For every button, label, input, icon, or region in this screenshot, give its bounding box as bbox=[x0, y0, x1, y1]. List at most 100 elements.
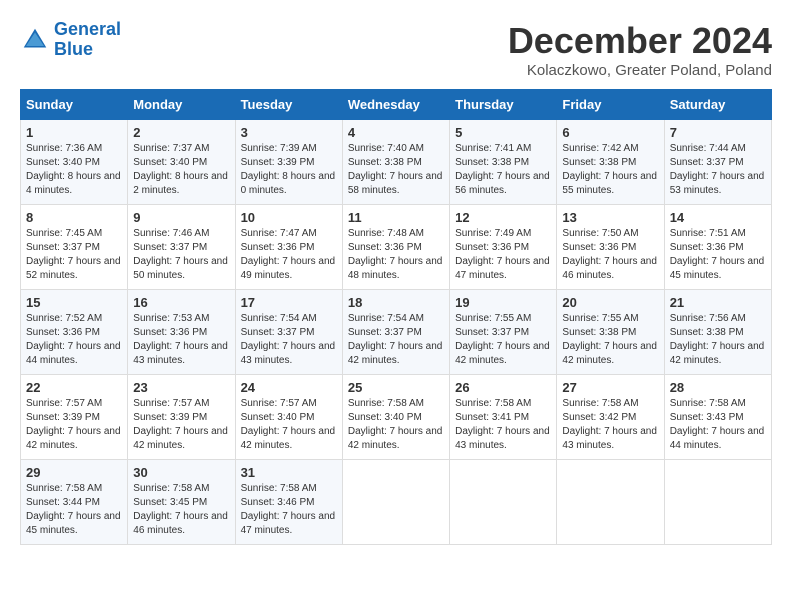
day-info: Sunrise: 7:56 AMSunset: 3:38 PMDaylight:… bbox=[670, 313, 765, 366]
day-number: 25 bbox=[348, 380, 444, 395]
title-block: December 2024 Kolaczkowo, Greater Poland… bbox=[508, 20, 772, 79]
calendar-week-4: 22 Sunrise: 7:57 AMSunset: 3:39 PMDaylig… bbox=[21, 375, 772, 460]
day-number: 13 bbox=[562, 210, 658, 225]
day-number: 24 bbox=[241, 380, 337, 395]
day-number: 19 bbox=[455, 295, 551, 310]
calendar-cell: 12 Sunrise: 7:49 AMSunset: 3:36 PMDaylig… bbox=[450, 205, 557, 290]
day-info: Sunrise: 7:53 AMSunset: 3:36 PMDaylight:… bbox=[133, 313, 228, 366]
calendar-cell: 23 Sunrise: 7:57 AMSunset: 3:39 PMDaylig… bbox=[128, 375, 235, 460]
day-number: 17 bbox=[241, 295, 337, 310]
day-number: 30 bbox=[133, 465, 229, 480]
day-info: Sunrise: 7:57 AMSunset: 3:40 PMDaylight:… bbox=[241, 398, 336, 451]
calendar-cell: 10 Sunrise: 7:47 AMSunset: 3:36 PMDaylig… bbox=[235, 205, 342, 290]
day-number: 4 bbox=[348, 125, 444, 140]
weekday-header-tuesday: Tuesday bbox=[235, 90, 342, 120]
day-info: Sunrise: 7:58 AMSunset: 3:44 PMDaylight:… bbox=[26, 483, 121, 536]
calendar-cell: 3 Sunrise: 7:39 AMSunset: 3:39 PMDayligh… bbox=[235, 120, 342, 205]
location: Kolaczkowo, Greater Poland, Poland bbox=[508, 62, 772, 79]
day-info: Sunrise: 7:41 AMSunset: 3:38 PMDaylight:… bbox=[455, 143, 550, 196]
day-info: Sunrise: 7:50 AMSunset: 3:36 PMDaylight:… bbox=[562, 228, 657, 281]
calendar-cell bbox=[342, 460, 449, 545]
day-info: Sunrise: 7:57 AMSunset: 3:39 PMDaylight:… bbox=[133, 398, 228, 451]
calendar-cell: 2 Sunrise: 7:37 AMSunset: 3:40 PMDayligh… bbox=[128, 120, 235, 205]
day-info: Sunrise: 7:58 AMSunset: 3:45 PMDaylight:… bbox=[133, 483, 228, 536]
day-number: 15 bbox=[26, 295, 122, 310]
logo-text: General Blue bbox=[54, 20, 121, 60]
page-header: General Blue December 2024 Kolaczkowo, G… bbox=[20, 20, 772, 79]
calendar-cell: 27 Sunrise: 7:58 AMSunset: 3:42 PMDaylig… bbox=[557, 375, 664, 460]
day-number: 6 bbox=[562, 125, 658, 140]
calendar-body: 1 Sunrise: 7:36 AMSunset: 3:40 PMDayligh… bbox=[21, 120, 772, 545]
calendar-header: SundayMondayTuesdayWednesdayThursdayFrid… bbox=[21, 90, 772, 120]
calendar-cell: 22 Sunrise: 7:57 AMSunset: 3:39 PMDaylig… bbox=[21, 375, 128, 460]
weekday-header-monday: Monday bbox=[128, 90, 235, 120]
calendar-cell: 6 Sunrise: 7:42 AMSunset: 3:38 PMDayligh… bbox=[557, 120, 664, 205]
calendar-cell: 29 Sunrise: 7:58 AMSunset: 3:44 PMDaylig… bbox=[21, 460, 128, 545]
calendar-cell: 18 Sunrise: 7:54 AMSunset: 3:37 PMDaylig… bbox=[342, 290, 449, 375]
logo: General Blue bbox=[20, 20, 121, 60]
calendar-week-2: 8 Sunrise: 7:45 AMSunset: 3:37 PMDayligh… bbox=[21, 205, 772, 290]
calendar-cell: 1 Sunrise: 7:36 AMSunset: 3:40 PMDayligh… bbox=[21, 120, 128, 205]
logo-icon bbox=[20, 25, 50, 55]
calendar-cell: 14 Sunrise: 7:51 AMSunset: 3:36 PMDaylig… bbox=[664, 205, 771, 290]
day-number: 26 bbox=[455, 380, 551, 395]
calendar-cell: 28 Sunrise: 7:58 AMSunset: 3:43 PMDaylig… bbox=[664, 375, 771, 460]
calendar-cell: 5 Sunrise: 7:41 AMSunset: 3:38 PMDayligh… bbox=[450, 120, 557, 205]
day-info: Sunrise: 7:40 AMSunset: 3:38 PMDaylight:… bbox=[348, 143, 443, 196]
day-info: Sunrise: 7:58 AMSunset: 3:41 PMDaylight:… bbox=[455, 398, 550, 451]
day-info: Sunrise: 7:37 AMSunset: 3:40 PMDaylight:… bbox=[133, 143, 228, 196]
day-info: Sunrise: 7:54 AMSunset: 3:37 PMDaylight:… bbox=[348, 313, 443, 366]
weekday-header-thursday: Thursday bbox=[450, 90, 557, 120]
calendar-cell: 17 Sunrise: 7:54 AMSunset: 3:37 PMDaylig… bbox=[235, 290, 342, 375]
day-info: Sunrise: 7:42 AMSunset: 3:38 PMDaylight:… bbox=[562, 143, 657, 196]
calendar-cell: 24 Sunrise: 7:57 AMSunset: 3:40 PMDaylig… bbox=[235, 375, 342, 460]
weekday-header-sunday: Sunday bbox=[21, 90, 128, 120]
calendar-cell: 31 Sunrise: 7:58 AMSunset: 3:46 PMDaylig… bbox=[235, 460, 342, 545]
calendar-cell: 11 Sunrise: 7:48 AMSunset: 3:36 PMDaylig… bbox=[342, 205, 449, 290]
day-info: Sunrise: 7:55 AMSunset: 3:38 PMDaylight:… bbox=[562, 313, 657, 366]
calendar-cell bbox=[557, 460, 664, 545]
calendar-cell: 7 Sunrise: 7:44 AMSunset: 3:37 PMDayligh… bbox=[664, 120, 771, 205]
day-info: Sunrise: 7:48 AMSunset: 3:36 PMDaylight:… bbox=[348, 228, 443, 281]
day-number: 14 bbox=[670, 210, 766, 225]
calendar-week-1: 1 Sunrise: 7:36 AMSunset: 3:40 PMDayligh… bbox=[21, 120, 772, 205]
day-info: Sunrise: 7:44 AMSunset: 3:37 PMDaylight:… bbox=[670, 143, 765, 196]
day-number: 31 bbox=[241, 465, 337, 480]
day-number: 28 bbox=[670, 380, 766, 395]
day-info: Sunrise: 7:58 AMSunset: 3:46 PMDaylight:… bbox=[241, 483, 336, 536]
day-info: Sunrise: 7:47 AMSunset: 3:36 PMDaylight:… bbox=[241, 228, 336, 281]
calendar-cell: 15 Sunrise: 7:52 AMSunset: 3:36 PMDaylig… bbox=[21, 290, 128, 375]
day-number: 9 bbox=[133, 210, 229, 225]
weekday-header-saturday: Saturday bbox=[664, 90, 771, 120]
day-info: Sunrise: 7:36 AMSunset: 3:40 PMDaylight:… bbox=[26, 143, 121, 196]
day-number: 29 bbox=[26, 465, 122, 480]
weekday-row: SundayMondayTuesdayWednesdayThursdayFrid… bbox=[21, 90, 772, 120]
day-number: 8 bbox=[26, 210, 122, 225]
day-number: 20 bbox=[562, 295, 658, 310]
day-number: 7 bbox=[670, 125, 766, 140]
day-number: 1 bbox=[26, 125, 122, 140]
calendar-cell: 26 Sunrise: 7:58 AMSunset: 3:41 PMDaylig… bbox=[450, 375, 557, 460]
day-info: Sunrise: 7:58 AMSunset: 3:40 PMDaylight:… bbox=[348, 398, 443, 451]
calendar-cell: 25 Sunrise: 7:58 AMSunset: 3:40 PMDaylig… bbox=[342, 375, 449, 460]
day-number: 2 bbox=[133, 125, 229, 140]
calendar-cell: 30 Sunrise: 7:58 AMSunset: 3:45 PMDaylig… bbox=[128, 460, 235, 545]
day-info: Sunrise: 7:57 AMSunset: 3:39 PMDaylight:… bbox=[26, 398, 121, 451]
weekday-header-friday: Friday bbox=[557, 90, 664, 120]
day-info: Sunrise: 7:51 AMSunset: 3:36 PMDaylight:… bbox=[670, 228, 765, 281]
day-info: Sunrise: 7:58 AMSunset: 3:43 PMDaylight:… bbox=[670, 398, 765, 451]
day-info: Sunrise: 7:39 AMSunset: 3:39 PMDaylight:… bbox=[241, 143, 336, 196]
day-info: Sunrise: 7:52 AMSunset: 3:36 PMDaylight:… bbox=[26, 313, 121, 366]
calendar-cell: 19 Sunrise: 7:55 AMSunset: 3:37 PMDaylig… bbox=[450, 290, 557, 375]
day-info: Sunrise: 7:54 AMSunset: 3:37 PMDaylight:… bbox=[241, 313, 336, 366]
day-number: 3 bbox=[241, 125, 337, 140]
calendar-cell bbox=[450, 460, 557, 545]
calendar-cell: 21 Sunrise: 7:56 AMSunset: 3:38 PMDaylig… bbox=[664, 290, 771, 375]
weekday-header-wednesday: Wednesday bbox=[342, 90, 449, 120]
day-number: 10 bbox=[241, 210, 337, 225]
day-number: 12 bbox=[455, 210, 551, 225]
day-info: Sunrise: 7:58 AMSunset: 3:42 PMDaylight:… bbox=[562, 398, 657, 451]
day-number: 5 bbox=[455, 125, 551, 140]
day-info: Sunrise: 7:49 AMSunset: 3:36 PMDaylight:… bbox=[455, 228, 550, 281]
day-info: Sunrise: 7:45 AMSunset: 3:37 PMDaylight:… bbox=[26, 228, 121, 281]
